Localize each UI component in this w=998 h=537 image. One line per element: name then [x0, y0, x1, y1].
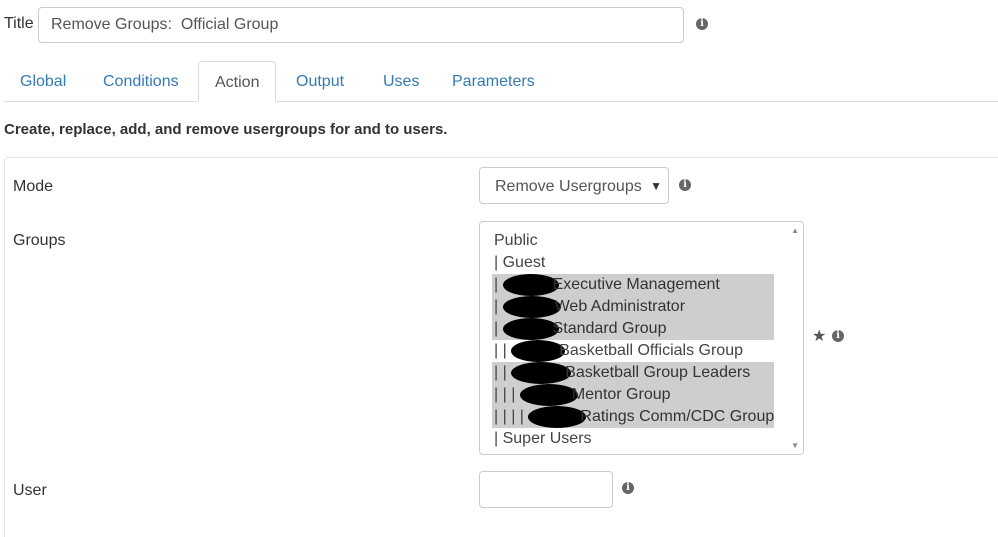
group-option-label: Public — [494, 232, 538, 249]
group-option-label: Guest — [502, 254, 546, 271]
group-option-label: Web Administrator — [554, 298, 686, 315]
tab-action[interactable]: Action — [198, 61, 277, 102]
group-option-prefix: | | — [494, 364, 512, 381]
group-option[interactable]: | Executive Management — [492, 274, 774, 296]
group-option[interactable]: | Web Administrator — [492, 296, 774, 318]
group-option-label: Standard Group — [552, 320, 667, 337]
star-icon[interactable]: ★ — [812, 326, 826, 346]
user-input[interactable] — [479, 471, 613, 508]
redaction-mark — [502, 274, 559, 296]
tab-parameters[interactable]: Parameters — [436, 61, 551, 101]
group-option-prefix: | | | | — [494, 408, 529, 425]
redaction-mark — [511, 362, 572, 384]
tab-bar: Global Conditions Action Output Uses Par… — [4, 61, 998, 102]
group-option-prefix: | | — [494, 342, 512, 359]
group-option-prefix: | | | — [494, 386, 520, 403]
info-icon[interactable]: i — [622, 482, 634, 494]
action-description: Create, replace, add, and remove usergro… — [4, 121, 448, 138]
groups-multiselect[interactable]: Public | Guest | Executive Management | … — [479, 221, 804, 455]
redaction-mark — [502, 296, 561, 318]
info-icon[interactable]: i — [832, 330, 844, 342]
group-option-prefix: | — [494, 254, 503, 271]
redaction-mark — [502, 318, 559, 340]
group-option[interactable]: | Super Users — [492, 428, 774, 450]
title-input[interactable] — [38, 7, 684, 43]
mode-label: Mode — [13, 178, 54, 195]
chevron-down-icon: ▼ — [650, 179, 662, 193]
scroll-down-icon[interactable]: ▼ — [791, 441, 799, 450]
mode-select[interactable]: Remove Usergroups ▼ — [479, 167, 669, 204]
listbox-scrollbar[interactable]: ▲ ▼ — [788, 222, 803, 454]
mode-select-value: Remove Usergroups — [495, 178, 642, 195]
group-option-label: Basketball Officials Group — [559, 342, 743, 359]
group-option-label: Ratings Comm/CDC Group — [580, 408, 775, 425]
group-option-prefix: | — [494, 320, 503, 337]
group-option[interactable]: | | Basketball Group Leaders — [492, 362, 774, 384]
group-option[interactable]: Public — [492, 230, 774, 252]
group-option[interactable]: | Standard Group — [492, 318, 774, 340]
tab-global[interactable]: Global — [4, 61, 82, 101]
tab-uses[interactable]: Uses — [367, 61, 435, 101]
group-option[interactable]: | | | Mentor Group — [492, 384, 774, 406]
group-option-prefix: | — [494, 430, 503, 447]
group-option-prefix: | — [494, 276, 503, 293]
redaction-mark — [519, 384, 578, 406]
group-option-prefix: | — [494, 298, 503, 315]
scroll-up-icon[interactable]: ▲ — [791, 226, 799, 235]
group-option[interactable]: | Guest — [492, 252, 774, 274]
group-option-label: Mentor Group — [571, 386, 671, 403]
group-option-label: Executive Management — [552, 276, 720, 293]
title-label: Title — [4, 15, 34, 32]
redaction-mark — [528, 406, 587, 428]
info-icon[interactable]: i — [696, 18, 708, 30]
user-label: User — [13, 482, 47, 499]
info-icon[interactable]: i — [679, 179, 691, 191]
tab-output[interactable]: Output — [280, 61, 360, 101]
group-option[interactable]: | | | | Ratings Comm/CDC Group — [492, 406, 774, 428]
groups-label: Groups — [13, 232, 66, 249]
group-option-label: Basketball Group Leaders — [565, 364, 751, 381]
group-option-label: Super Users — [502, 430, 592, 447]
tab-conditions[interactable]: Conditions — [87, 61, 195, 101]
redaction-mark — [511, 340, 566, 362]
group-option[interactable]: | | Basketball Officials Group — [492, 340, 774, 362]
